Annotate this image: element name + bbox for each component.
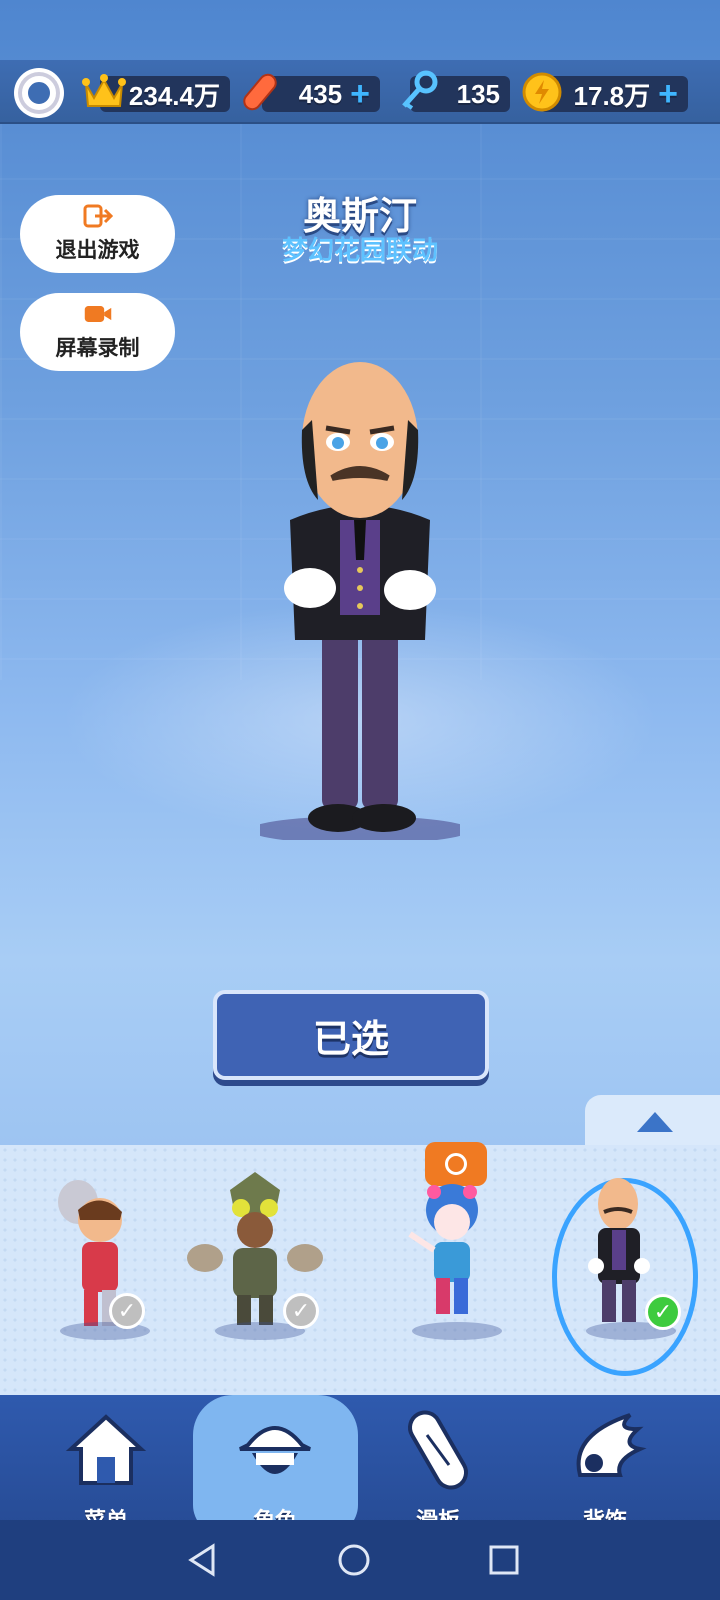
slot-shadow [412, 1322, 502, 1340]
nav-boards[interactable]: 滑板 [378, 1405, 498, 1535]
nav-characters[interactable]: 角色 [215, 1405, 335, 1535]
recents-square-icon[interactable] [486, 1542, 522, 1578]
character-thumbnail [58, 1180, 122, 1326]
character-cap-icon [239, 1426, 311, 1474]
nav-menu[interactable]: 菜单 [46, 1405, 166, 1535]
settings-gear-icon[interactable] [14, 68, 64, 118]
screen-record-button[interactable]: 屏幕录制 [20, 293, 175, 371]
hoverboard-icon [236, 68, 284, 116]
owned-check-icon: ✓ [109, 1293, 145, 1329]
character-slot-3[interactable] [382, 1170, 522, 1360]
keys-value: 135 [456, 78, 500, 109]
skateboard-icon [408, 1410, 468, 1490]
hoverboards-value: 435 [298, 78, 343, 109]
crowns-value: 234.4万 [128, 80, 220, 111]
add-hoverboards-icon[interactable]: + [350, 77, 370, 111]
key-icon [394, 68, 442, 116]
add-coins-icon[interactable]: + [658, 77, 678, 111]
character-slot-1[interactable] [30, 1170, 170, 1360]
crown-icon [80, 68, 128, 116]
home-icon [65, 1414, 147, 1485]
owned-check-icon: ✓ [283, 1293, 319, 1329]
chevron-up-icon[interactable] [637, 1112, 673, 1132]
wing-icon [576, 1413, 647, 1477]
character-thumbnail [408, 1184, 478, 1314]
back-triangle-icon[interactable] [185, 1542, 221, 1578]
exit-game-button[interactable]: 退出游戏 [20, 195, 175, 273]
selected-check-icon: ✓ [645, 1294, 681, 1330]
video-camera-icon [84, 306, 111, 322]
coins-value: 17.8万 [573, 80, 651, 111]
exit-icon [83, 204, 113, 228]
exit-game-label: 退出游戏 [55, 238, 140, 262]
character-slot-2[interactable] [185, 1170, 325, 1360]
coin-icon [518, 68, 566, 116]
character-slot-austin[interactable] [556, 1170, 696, 1360]
screen-record-label: 屏幕录制 [55, 336, 140, 360]
home-circle-icon[interactable] [336, 1542, 372, 1578]
nav-backpacks[interactable]: 背饰 [545, 1405, 665, 1535]
character-model [260, 362, 460, 840]
selected-button[interactable]: 已选 [213, 990, 489, 1080]
